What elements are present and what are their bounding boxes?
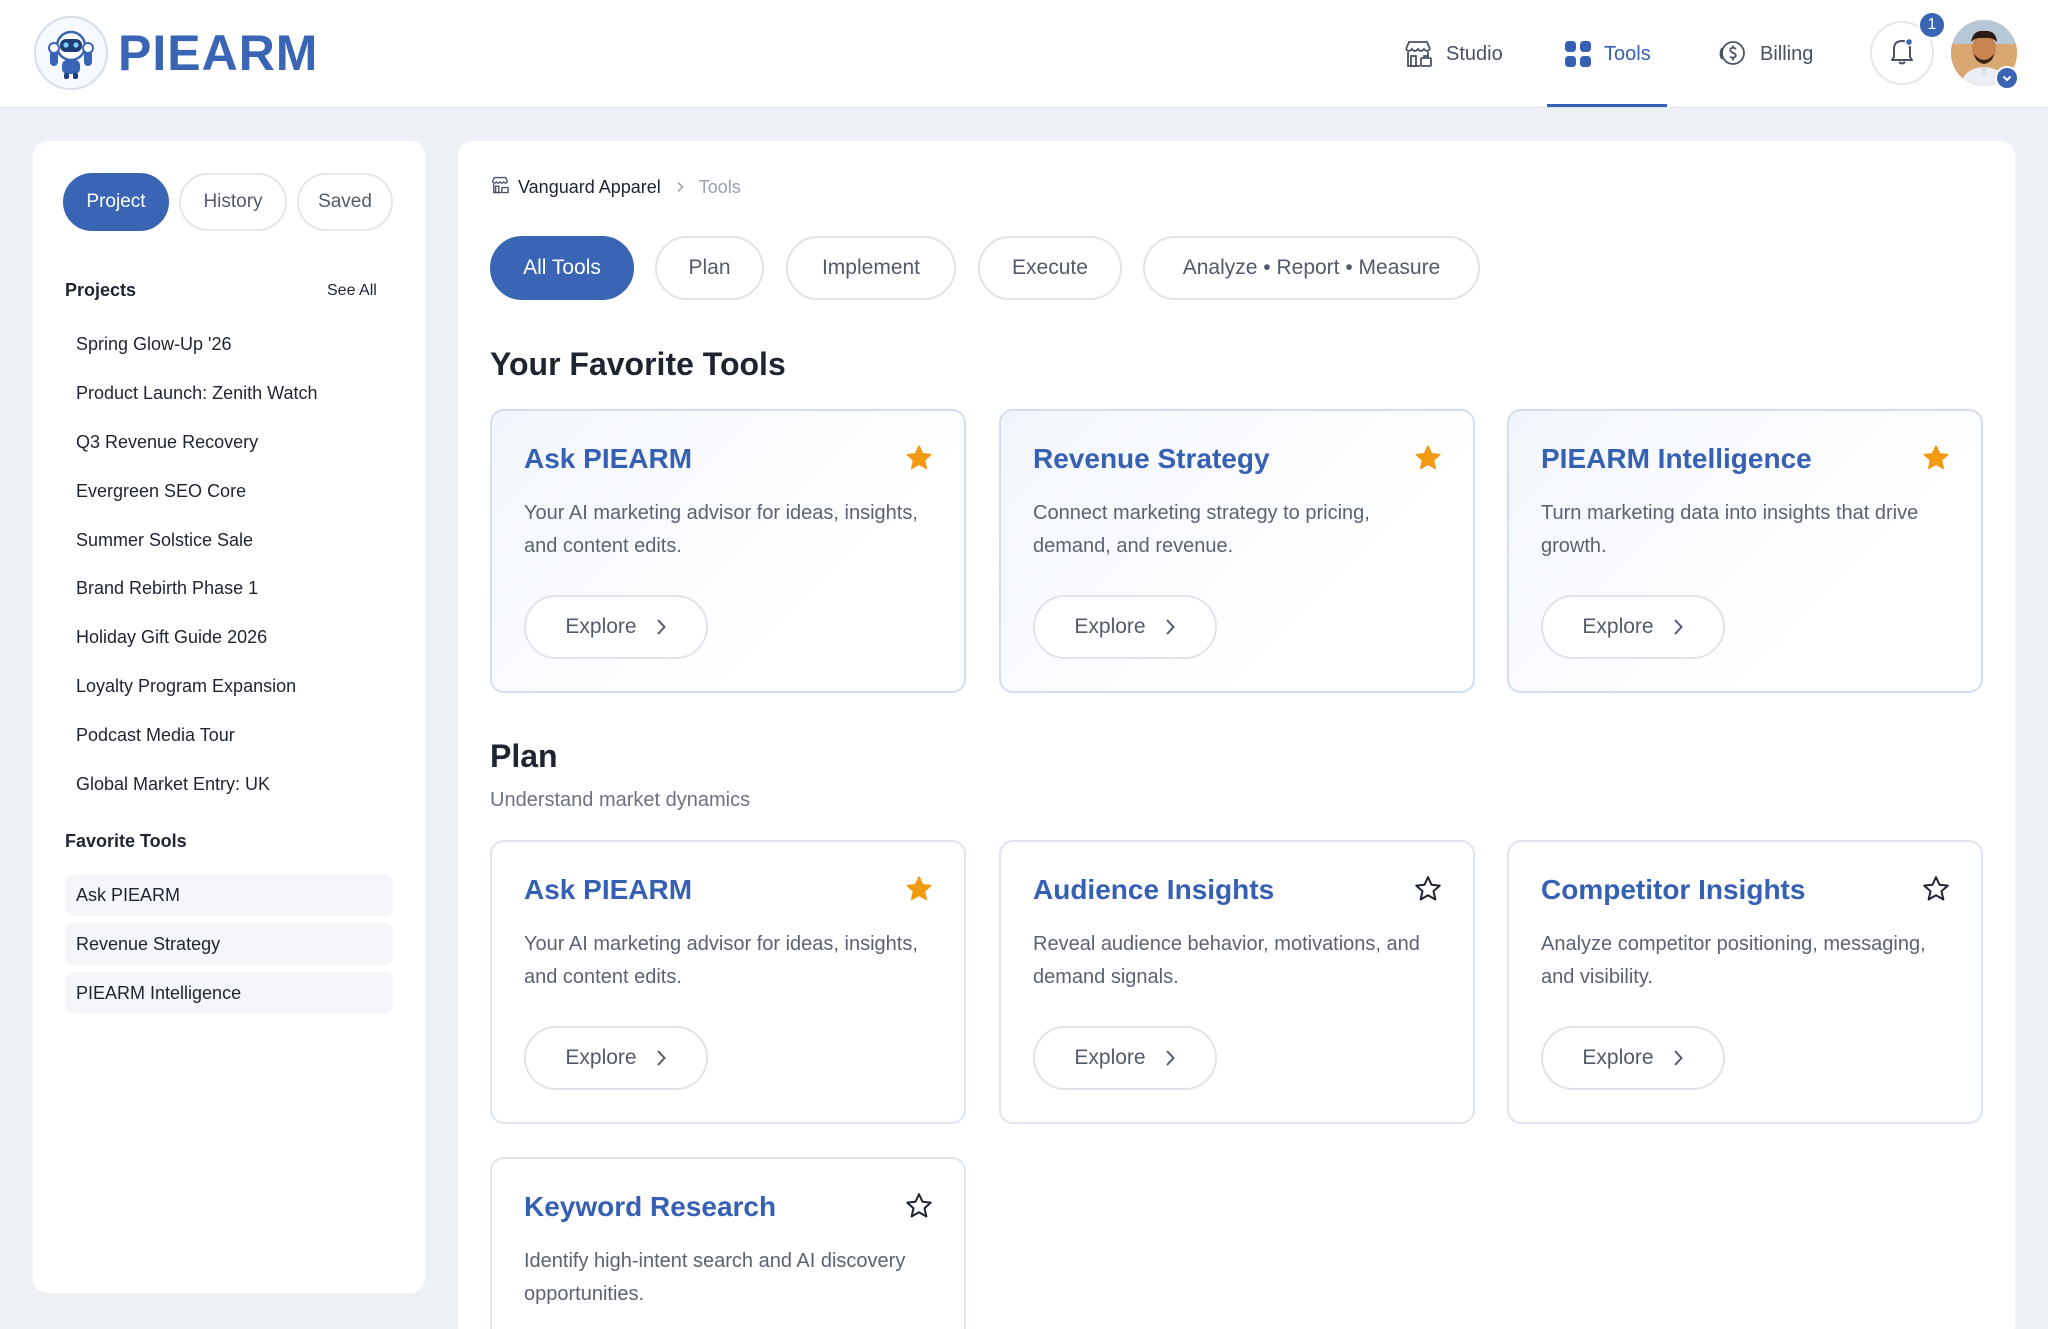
see-all-link[interactable]: See All <box>327 282 377 300</box>
explore-label: Explore <box>1582 1046 1654 1069</box>
star-outline-icon[interactable] <box>1921 874 1951 904</box>
plan-section-title: Plan <box>490 738 558 774</box>
card-description: Your AI marketing advisor for ideas, ins… <box>524 502 918 557</box>
card-title: Competitor Insights <box>1541 874 1806 905</box>
star-filled-icon[interactable] <box>1413 443 1443 473</box>
coin-dollar-icon <box>1716 38 1748 70</box>
chevron-right-icon <box>1673 619 1683 635</box>
explore-button[interactable]: Explore <box>1033 1026 1217 1090</box>
card-description: Your AI marketing advisor for ideas, ins… <box>524 933 918 988</box>
chevron-right-icon <box>675 177 685 198</box>
chevron-right-icon <box>656 1050 666 1066</box>
filter-all-tools[interactable]: All Tools <box>490 236 634 300</box>
explore-button[interactable]: Explore <box>524 595 708 659</box>
filter-plan[interactable]: Plan <box>655 236 764 300</box>
explore-button[interactable]: Explore <box>524 1026 708 1090</box>
explore-button[interactable]: Explore <box>1541 1026 1725 1090</box>
project-item[interactable]: Global Market Entry: UK <box>76 774 270 795</box>
brand-logo[interactable]: PIEARM <box>34 16 318 90</box>
star-outline-icon[interactable] <box>904 1191 934 1221</box>
project-item[interactable]: Brand Rebirth Phase 1 <box>76 578 258 599</box>
star-outline-icon[interactable] <box>1413 874 1443 904</box>
project-item[interactable]: Evergreen SEO Core <box>76 481 246 502</box>
tool-card-audience-insights[interactable]: Audience Insights Reveal audience behavi… <box>999 840 1475 1124</box>
explore-button[interactable]: Explore <box>1541 595 1725 659</box>
brand-name: PIEARM <box>118 25 319 81</box>
card-title: Ask PIEARM <box>524 874 693 905</box>
top-header: PIEARM Studio Tools Billing 1 <box>0 0 2048 108</box>
card-title: Ask PIEARM <box>524 443 693 474</box>
breadcrumb-project[interactable]: Vanguard Apparel <box>518 177 661 198</box>
plan-section-subtitle: Understand market dynamics <box>490 789 751 811</box>
project-item[interactable]: Podcast Media Tour <box>76 725 235 746</box>
tool-card-keyword-research[interactable]: Keyword Research Identify high-intent se… <box>490 1157 966 1329</box>
explore-button[interactable]: Explore <box>1033 595 1217 659</box>
breadcrumb-current: Tools <box>698 177 741 197</box>
card-description: Reveal audience behavior, motivations, a… <box>1033 933 1420 988</box>
breadcrumb: Vanguard Apparel Tools <box>490 175 741 200</box>
explore-label: Explore <box>565 615 637 638</box>
favorite-tool-item[interactable]: Revenue Strategy <box>65 923 393 965</box>
explore-label: Explore <box>565 1046 637 1069</box>
nav-studio[interactable]: Studio <box>1402 0 1503 108</box>
favorite-tool-item[interactable]: PIEARM Intelligence <box>65 972 393 1014</box>
favorite-tool-item[interactable]: Ask PIEARM <box>65 874 393 916</box>
nav-active-indicator <box>1547 104 1667 107</box>
projects-heading: Projects <box>65 280 137 300</box>
star-filled-icon[interactable] <box>904 874 934 904</box>
nav-billing[interactable]: Billing <box>1716 0 1813 108</box>
robot-logo-icon <box>34 16 108 90</box>
chevron-down-icon[interactable] <box>1995 66 2019 90</box>
project-item[interactable]: Loyalty Program Expansion <box>76 676 296 697</box>
tool-card-ask-piearm[interactable]: Ask PIEARM Your AI marketing advisor for… <box>490 409 966 693</box>
card-description: Identify high-intent search and AI disco… <box>524 1250 906 1305</box>
tool-card-ask-piearm[interactable]: Ask PIEARM Your AI marketing advisor for… <box>490 840 966 1124</box>
sidebar-tab-saved[interactable]: Saved <box>297 173 393 231</box>
project-item[interactable]: Spring Glow-Up '26 <box>76 334 232 355</box>
sidebar: Project History Saved Projects See All S… <box>33 141 425 1293</box>
star-filled-icon[interactable] <box>1921 443 1951 473</box>
project-item[interactable]: Holiday Gift Guide 2026 <box>76 627 267 648</box>
project-item[interactable]: Summer Solstice Sale <box>76 530 253 551</box>
card-description: Analyze competitor positioning, messagin… <box>1541 933 1926 988</box>
filter-implement[interactable]: Implement <box>786 236 956 300</box>
tool-card-revenue-strategy[interactable]: Revenue Strategy Connect marketing strat… <box>999 409 1475 693</box>
project-item[interactable]: Q3 Revenue Recovery <box>76 432 258 453</box>
grid-icon <box>1564 40 1592 68</box>
favorites-section-title: Your Favorite Tools <box>490 346 786 382</box>
chevron-right-icon <box>1165 619 1175 635</box>
chevron-right-icon <box>1673 1050 1683 1066</box>
main-panel: Vanguard Apparel Tools All Tools Plan Im… <box>458 141 2015 1329</box>
card-title: Keyword Research <box>524 1191 777 1222</box>
sidebar-tab-history[interactable]: History <box>179 173 287 231</box>
chevron-right-icon <box>1165 1050 1175 1066</box>
project-item[interactable]: Product Launch: Zenith Watch <box>76 383 317 404</box>
storefront-icon <box>1402 38 1434 70</box>
tool-card-piearm-intelligence[interactable]: PIEARM Intelligence Turn marketing data … <box>1507 409 1983 693</box>
card-title: Audience Insights <box>1033 874 1275 905</box>
card-title: PIEARM Intelligence <box>1541 443 1812 474</box>
filter-analyze-report-measure[interactable]: Analyze • Report • Measure <box>1143 236 1480 300</box>
explore-label: Explore <box>1074 615 1146 638</box>
star-filled-icon[interactable] <box>904 443 934 473</box>
nav-studio-label: Studio <box>1446 42 1503 65</box>
storefront-icon <box>490 175 510 200</box>
chevron-right-icon <box>656 619 666 635</box>
card-title: Revenue Strategy <box>1033 443 1270 474</box>
nav-billing-label: Billing <box>1760 42 1814 65</box>
nav-tools-label: Tools <box>1604 42 1651 65</box>
explore-label: Explore <box>1582 615 1654 638</box>
sidebar-tab-project[interactable]: Project <box>63 173 169 231</box>
favorite-tools-heading: Favorite Tools <box>65 831 187 851</box>
explore-label: Explore <box>1074 1046 1146 1069</box>
tool-card-competitor-insights[interactable]: Competitor Insights Analyze competitor p… <box>1507 840 1983 1124</box>
card-description: Turn marketing data into insights that d… <box>1541 502 1919 557</box>
filter-execute[interactable]: Execute <box>978 236 1122 300</box>
notification-count-badge: 1 <box>1918 11 1946 39</box>
bell-icon <box>1888 36 1916 71</box>
nav-tools[interactable]: Tools <box>1564 0 1651 108</box>
card-description: Connect marketing strategy to pricing, d… <box>1033 502 1370 557</box>
